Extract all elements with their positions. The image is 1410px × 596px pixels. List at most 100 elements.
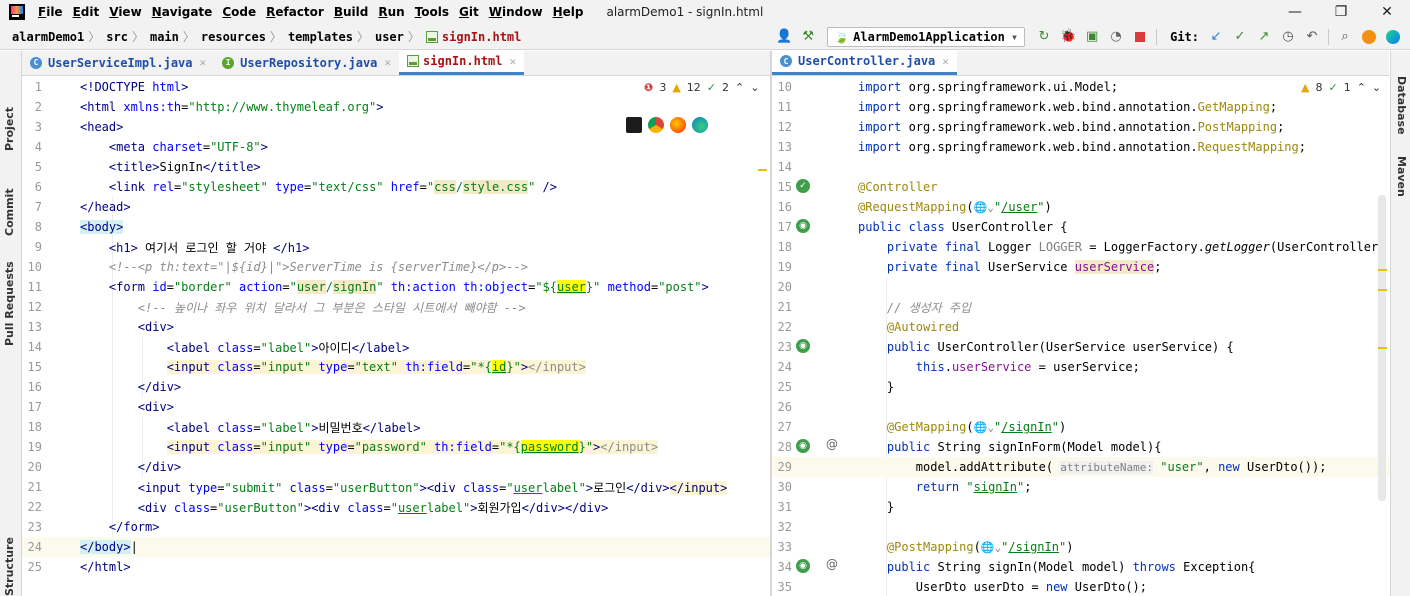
breadcrumb-item[interactable]: templates (282, 30, 357, 44)
request-mapping-icon[interactable]: ◉ (796, 439, 810, 453)
hammer-build-icon[interactable]: ⚒ (797, 27, 819, 47)
code-line[interactable]: 29 model.addAttribute( attributeName: "u… (772, 457, 1389, 477)
spring-bean-icon[interactable]: ✓ (796, 179, 810, 193)
warning-stripe-mark[interactable] (1378, 269, 1387, 271)
commit-tool-button[interactable]: Commit (3, 188, 16, 236)
at-sign-icon[interactable]: @ (826, 557, 838, 571)
breadcrumb-item[interactable]: main (144, 30, 183, 44)
spring-bean-icon[interactable]: ◉ (796, 219, 810, 233)
code-line[interactable]: 34 public String signIn(Model model) thr… (772, 557, 1389, 577)
breadcrumb-item[interactable]: resources (195, 30, 270, 44)
code-line[interactable]: 24 this.userService = userService; (772, 357, 1389, 377)
intellij-browser-icon[interactable] (626, 117, 642, 133)
rerun-icon[interactable]: ↻ (1033, 27, 1055, 47)
menu-item-edit[interactable]: Edit (68, 5, 105, 19)
menu-item-help[interactable]: Help (548, 5, 589, 19)
git-commit-icon[interactable]: ✓ (1229, 27, 1251, 47)
menu-item-build[interactable]: Build (329, 5, 374, 19)
menu-item-tools[interactable]: Tools (410, 5, 454, 19)
run-config-dropdown[interactable]: 🍃 AlarmDemo1Application ▾ (827, 26, 1026, 47)
code-line[interactable]: 14 (772, 157, 1389, 177)
warning-stripe-mark[interactable] (1378, 347, 1387, 349)
menu-item-file[interactable]: File (33, 5, 68, 19)
project-tool-button[interactable]: Project (3, 107, 16, 151)
spring-bean-icon[interactable]: ◉ (796, 339, 810, 353)
code-line[interactable]: 9 <h1> 여기서 로그인 할 거야 </h1> (22, 237, 770, 257)
prev-highlight-icon[interactable]: ⌃ (1357, 81, 1366, 94)
code-line[interactable]: 22 <div class="userButton"><div class="u… (22, 497, 770, 517)
chrome-icon[interactable] (648, 117, 664, 133)
structure-tool-button[interactable]: Structure (3, 537, 16, 596)
warning-stripe-mark[interactable] (1378, 289, 1387, 291)
breadcrumb-item[interactable]: alarmDemo1 (0, 30, 88, 44)
history-icon[interactable]: ◷ (1277, 27, 1299, 47)
menu-item-refactor[interactable]: Refactor (261, 5, 329, 19)
plugin-icon[interactable] (1382, 27, 1404, 47)
rollback-icon[interactable]: ↶ (1301, 27, 1323, 47)
inspection-widget[interactable]: ❶3 ▲ 12 ✓ 2 ⌃ ⌄ (644, 81, 759, 94)
next-highlight-icon[interactable]: ⌄ (750, 81, 759, 94)
pull-requests-tool-button[interactable]: Pull Requests (3, 261, 16, 346)
code-line[interactable]: 8 <body> (22, 217, 770, 237)
code-line[interactable]: 20 </div> (22, 457, 770, 477)
code-line[interactable]: 27 @GetMapping(🌐⌄"/signIn") (772, 417, 1389, 437)
code-editor-left[interactable]: 1 <!DOCTYPE html> 2 <html xmlns:th="http://… (22, 77, 770, 596)
code-line[interactable]: 17 public class UserController { (772, 217, 1389, 237)
prev-highlight-icon[interactable]: ⌃ (735, 81, 744, 94)
code-line[interactable]: 12 <!-- 높이나 좌우 위치 달라서 그 부분은 스타일 시트에서 빼야함… (22, 297, 770, 317)
code-line[interactable]: 23 public UserController(UserService use… (772, 337, 1389, 357)
next-highlight-icon[interactable]: ⌄ (1372, 81, 1381, 94)
editor-tab[interactable]: C UserController.java ✕ (772, 51, 957, 75)
menu-item-view[interactable]: View (104, 5, 146, 19)
code-line[interactable]: 19 <input class="input" type="password" … (22, 437, 770, 457)
firefox-icon[interactable] (670, 117, 686, 133)
code-line[interactable]: 35 UserDto userDto = new UserDto(); (772, 577, 1389, 596)
menu-item-git[interactable]: Git (454, 5, 484, 19)
user-icon[interactable]: 👤 (773, 27, 795, 47)
tab-close-icon[interactable]: ✕ (510, 55, 517, 68)
code-line[interactable]: 15 <input class="input" type="text" th:f… (22, 357, 770, 377)
code-line[interactable]: 4 <meta charset="UTF-8"> (22, 137, 770, 157)
updates-icon[interactable] (1358, 27, 1380, 47)
code-line[interactable]: 2 <html xmlns:th="http://www.thymeleaf.or… (22, 97, 770, 117)
code-line[interactable]: 18 <label class="label">비밀번호</label> (22, 417, 770, 437)
editor-tab[interactable]: I UserRepository.java ✕ (214, 51, 399, 75)
minimize-button[interactable]: — (1272, 0, 1318, 24)
code-line[interactable]: 24 </body>| (22, 537, 770, 557)
at-sign-icon[interactable]: @ (826, 437, 838, 451)
error-stripe-mark[interactable] (758, 169, 767, 171)
code-line[interactable]: 5 <title>SignIn</title> (22, 157, 770, 177)
inspection-widget[interactable]: ▲ 8 ✓ 1 ⌃ ⌄ (1297, 81, 1382, 94)
code-line[interactable]: 22 @Autowired (772, 317, 1389, 337)
code-line[interactable]: 17 <div> (22, 397, 770, 417)
code-line[interactable]: 6 <link rel="stylesheet" type="text/css"… (22, 177, 770, 197)
tab-close-icon[interactable]: ✕ (384, 56, 391, 69)
stop-icon[interactable] (1129, 27, 1151, 47)
breadcrumb-item[interactable]: user (369, 30, 408, 44)
menu-item-code[interactable]: Code (217, 5, 261, 19)
code-line[interactable]: 19 private final UserService userService… (772, 257, 1389, 277)
code-line[interactable]: 13 <div> (22, 317, 770, 337)
editor-tab[interactable]: signIn.html ✕ (399, 51, 525, 75)
breadcrumb-item[interactable]: src (100, 30, 132, 44)
code-editor-right[interactable]: 10 import org.springframework.ui.Model; 11… (772, 77, 1389, 596)
code-line[interactable]: 10 <!--<p th:text="|${id}|">ServerTime i… (22, 257, 770, 277)
code-line[interactable]: 30 return "signIn"; (772, 477, 1389, 497)
close-button[interactable]: ✕ (1364, 0, 1410, 24)
code-line[interactable]: 14 <label class="label">아이디</label> (22, 337, 770, 357)
code-line[interactable]: 18 private final Logger LOGGER = LoggerF… (772, 237, 1389, 257)
code-line[interactable]: 7 </head> (22, 197, 770, 217)
editor-tab[interactable]: C UserServiceImpl.java ✕ (22, 51, 214, 75)
code-line[interactable]: 15 @Controller (772, 177, 1389, 197)
code-line[interactable]: 16 </div> (22, 377, 770, 397)
code-line[interactable]: 26 (772, 397, 1389, 417)
git-update-icon[interactable]: ↙ (1205, 27, 1227, 47)
database-tool-button[interactable]: Database (1395, 76, 1408, 135)
code-line[interactable]: 16 @RequestMapping(🌐⌄"/user") (772, 197, 1389, 217)
profile-icon[interactable]: ◔ (1105, 27, 1127, 47)
code-line[interactable]: 28 public String signInForm(Model model)… (772, 437, 1389, 457)
debug-icon[interactable]: 🐞 (1057, 27, 1079, 47)
code-line[interactable]: 32 (772, 517, 1389, 537)
maximize-button[interactable]: ❐ (1318, 0, 1364, 24)
tab-close-icon[interactable]: ✕ (942, 55, 949, 68)
